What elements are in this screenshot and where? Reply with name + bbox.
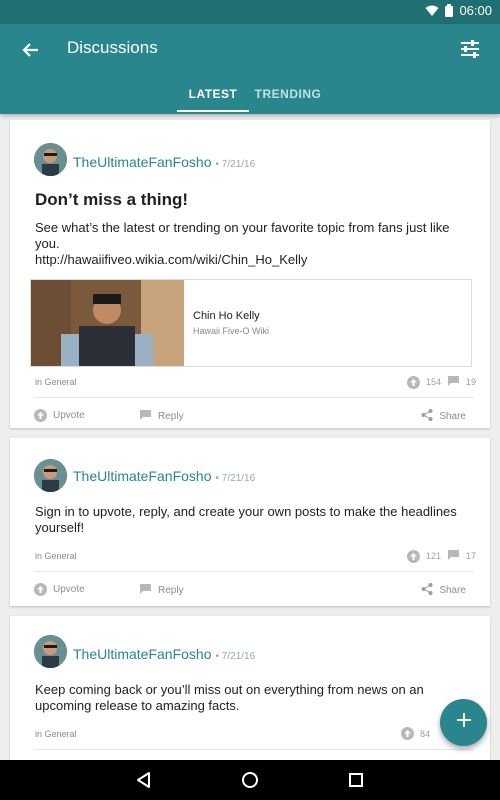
battery-icon — [445, 4, 454, 17]
tab-trending[interactable]: TRENDING — [252, 78, 324, 114]
author-line: TheUltimateFanFosho • 7/21/16 — [73, 468, 255, 484]
link-preview[interactable]: Chin Ho Kelly Hawaii Five-O Wiki — [30, 279, 472, 367]
new-post-button[interactable] — [440, 699, 487, 746]
avatar[interactable] — [34, 635, 67, 668]
back-arrow-icon[interactable] — [18, 37, 44, 63]
status-icons: 06:00 — [425, 3, 492, 18]
divider — [34, 749, 474, 750]
filter-sliders-icon[interactable] — [458, 37, 482, 61]
author-name[interactable]: TheUltimateFanFosho — [73, 468, 212, 484]
upvote-count-icon — [406, 375, 420, 389]
preview-source: Hawaii Five-O Wiki — [193, 326, 270, 336]
reply-icon — [139, 583, 152, 598]
upvote-icon — [34, 583, 47, 596]
post-title: Don’t miss a thing! — [35, 190, 188, 209]
share-icon — [421, 583, 433, 598]
system-navigation-bar — [0, 760, 500, 800]
reply-count-icon — [447, 549, 460, 563]
reply-count: 17 — [465, 551, 476, 561]
reply-button[interactable]: Reply — [139, 409, 184, 424]
author-line: TheUltimateFanFosho • 7/21/16 — [73, 646, 255, 662]
page-title: Discussions — [67, 38, 158, 57]
share-label: Share — [439, 585, 466, 596]
post-date: • 7/21/16 — [215, 159, 256, 170]
home-icon[interactable] — [240, 770, 260, 790]
share-button[interactable]: Share — [421, 409, 466, 424]
post-stats: 154 19 — [406, 375, 476, 389]
avatar[interactable] — [34, 459, 67, 492]
reply-button[interactable]: Reply — [139, 583, 184, 598]
post-stats: 84 — [400, 727, 430, 740]
upvote-count-icon — [400, 727, 414, 740]
upvote-count-icon — [406, 549, 420, 563]
clock-text: 06:00 — [459, 3, 492, 18]
reply-icon — [139, 409, 152, 424]
post-card[interactable]: TheUltimateFanFosho • 7/21/16 Sign in to … — [10, 438, 490, 606]
post-body: Sign in to upvote, reply, and create you… — [35, 504, 457, 535]
post-body: Keep coming back or you’ll miss out on e… — [35, 682, 424, 713]
upvote-button[interactable]: Upvote — [34, 583, 85, 596]
post-card[interactable]: TheUltimateFanFosho • 7/21/16 Don’t miss … — [10, 120, 490, 428]
tabs: LATEST TRENDING — [0, 78, 500, 114]
share-button[interactable]: Share — [421, 583, 466, 598]
discussion-feed[interactable]: TheUltimateFanFosho • 7/21/16 Don’t miss … — [0, 114, 500, 760]
divider — [34, 571, 474, 572]
post-card[interactable]: TheUltimateFanFosho • 7/21/16 Keep coming… — [10, 616, 490, 760]
upvote-button[interactable]: Upvote — [34, 409, 85, 422]
preview-image — [31, 280, 184, 366]
reply-count: 19 — [465, 377, 476, 387]
post-body: See what’s the latest or trending on you… — [35, 220, 450, 251]
reply-count-icon — [447, 375, 460, 389]
post-date: • 7/21/16 — [215, 473, 256, 484]
post-stats: 121 17 — [406, 549, 476, 563]
author-line: TheUltimateFanFosho • 7/21/16 — [73, 154, 255, 170]
avatar[interactable] — [34, 143, 67, 176]
upvote-count: 84 — [419, 728, 430, 739]
upvote-count: 154 — [425, 377, 441, 387]
preview-title: Chin Ho Kelly — [193, 310, 260, 322]
upvote-count: 121 — [425, 551, 441, 561]
post-category[interactable]: in General — [35, 377, 77, 387]
upvote-icon — [34, 409, 47, 422]
recents-icon[interactable] — [346, 770, 366, 790]
post-link[interactable]: http://hawaiifiveo.wikia.com/wiki/Chin_H… — [35, 252, 475, 268]
post-category[interactable]: in General — [35, 551, 77, 561]
tab-latest[interactable]: LATEST — [177, 78, 249, 114]
divider — [34, 397, 474, 398]
back-icon[interactable] — [134, 770, 154, 790]
upvote-label: Upvote — [53, 410, 85, 421]
author-name[interactable]: TheUltimateFanFosho — [73, 154, 212, 170]
share-icon — [421, 409, 433, 424]
app-bar: Discussions LATEST TRENDING — [0, 24, 500, 114]
share-label: Share — [439, 411, 466, 422]
status-bar: 06:00 — [0, 0, 500, 24]
reply-label: Reply — [158, 411, 184, 422]
wifi-icon — [425, 5, 439, 17]
reply-label: Reply — [158, 585, 184, 596]
author-name[interactable]: TheUltimateFanFosho — [73, 646, 212, 662]
post-date: • 7/21/16 — [215, 651, 256, 662]
upvote-label: Upvote — [53, 584, 85, 595]
post-category[interactable]: in General — [35, 729, 77, 739]
plus-icon — [456, 712, 472, 733]
